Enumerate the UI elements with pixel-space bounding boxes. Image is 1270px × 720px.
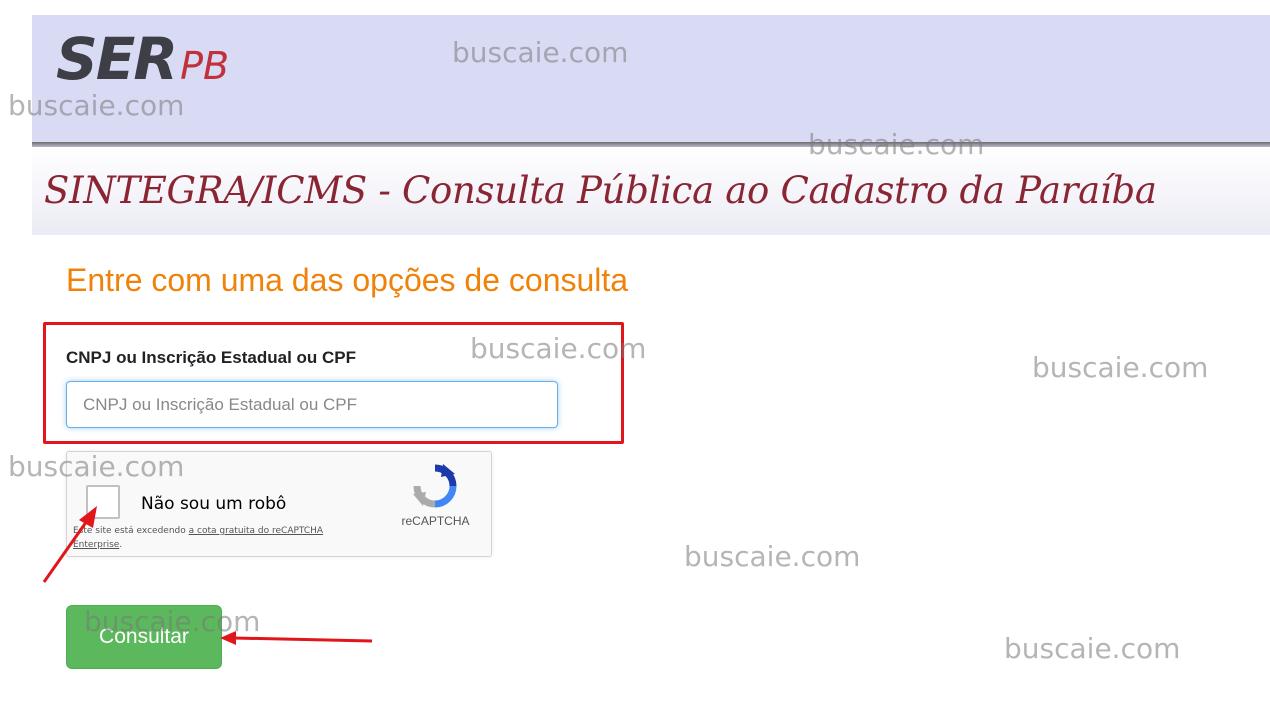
watermark-text: buscaie.com <box>1004 632 1181 665</box>
serpb-logo[interactable]: SER PB <box>56 25 229 93</box>
page-title: SINTEGRA/ICMS - Consulta Pública ao Cada… <box>44 169 1157 212</box>
watermark-text: buscaie.com <box>684 540 861 573</box>
site-header: SER PB <box>32 15 1270 143</box>
recaptcha-quota-suffix: . <box>119 540 123 550</box>
recaptcha-icon[interactable] <box>411 462 459 510</box>
recaptcha-label: Não sou um robô <box>141 494 287 514</box>
recaptcha-widget: Não sou um robô Este site está excedendo… <box>66 451 492 557</box>
logo-main-text: SER <box>56 25 178 93</box>
recaptcha-checkbox[interactable] <box>86 485 120 519</box>
watermark-text: buscaie.com <box>1032 351 1209 384</box>
recaptcha-quota-prefix: Este site está excedendo <box>73 526 189 536</box>
document-number-input[interactable] <box>66 381 558 428</box>
consulta-options-heading: Entre com uma das opções de consulta <box>66 262 629 298</box>
document-field-label: CNPJ ou Inscrição Estadual ou CPF <box>66 348 357 367</box>
logo-sub-text: PB <box>180 44 230 88</box>
recaptcha-quota-notice: Este site está excedendo a cota gratuita… <box>73 524 333 552</box>
recaptcha-brand-label: reCAPTCHA <box>401 514 470 528</box>
title-banner: SINTEGRA/ICMS - Consulta Pública ao Cada… <box>32 147 1270 235</box>
arrow-to-button <box>220 631 373 645</box>
consultar-button[interactable]: Consultar <box>66 605 222 669</box>
